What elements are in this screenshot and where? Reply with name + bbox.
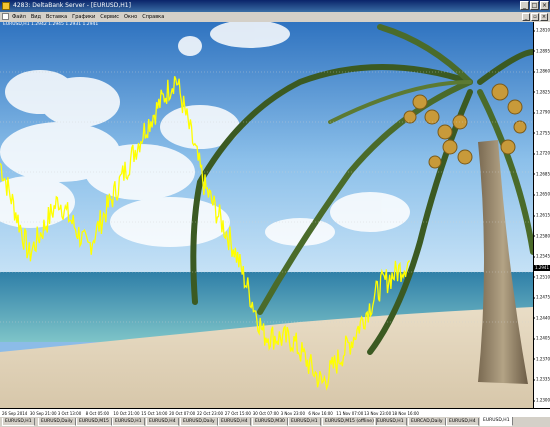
- price-tick-label: 1.2440: [533, 315, 550, 321]
- maximize-button[interactable]: □: [530, 1, 539, 10]
- price-tick-label: 1.2895: [533, 48, 550, 54]
- menu-bar: Файл Вид Вставка Графики Сервис Окно Спр…: [0, 12, 550, 22]
- chart-tab[interactable]: EURUSD,H1: [288, 418, 321, 426]
- time-tick-label: 10 Oct 21:00: [113, 411, 140, 416]
- price-tick-label: 1.2300: [533, 397, 550, 403]
- price-tick-label: 1.2860: [533, 68, 550, 74]
- time-tick-label: 3 Nov 23:00: [280, 411, 305, 416]
- time-tick-label: 20 Oct 07:00: [169, 411, 196, 416]
- time-tick-label: 15 Oct 14:00: [141, 411, 168, 416]
- chart-tab[interactable]: EURUSD,Daily: [180, 418, 218, 426]
- main-menu: Файл Вид Вставка Графики Сервис Окно Спр…: [12, 12, 164, 22]
- time-scale[interactable]: 26 Sep 2014 30 Sep 21:00 3 Oct 13:00 8 Oct …: [0, 408, 550, 417]
- price-tick-label: 1.2685: [533, 171, 550, 177]
- current-price-label: 1.2941: [534, 265, 550, 271]
- chart-tab[interactable]: EURUSD,H1: [2, 418, 35, 426]
- price-tick-label: 1.2810: [533, 27, 550, 33]
- menu-charts[interactable]: Графики: [72, 12, 95, 22]
- time-tick-label: 26 Sep 2014: [2, 411, 28, 416]
- price-tick-label: 1.2545: [533, 253, 550, 259]
- price-tick-label: 1.2650: [533, 191, 550, 197]
- title-bar: 4283: DeltaBank Server - [EURUSD,H1] _ □…: [0, 0, 550, 12]
- time-tick-label: 13 Nov 23:00: [364, 411, 392, 416]
- close-button[interactable]: ×: [540, 1, 549, 10]
- price-tick-label: 1.2790: [533, 109, 550, 115]
- chart-tab[interactable]: EURUSD,H4: [446, 418, 479, 426]
- menu-window[interactable]: Окно: [124, 12, 137, 22]
- chart-tab[interactable]: EURUSD,Daily: [38, 418, 76, 426]
- time-tick-label: 30 Sep 21:00: [29, 411, 57, 416]
- chart-window-icon[interactable]: [2, 13, 9, 20]
- chart-window-controls: _ ▫ ×: [522, 13, 548, 21]
- chart-tab[interactable]: EURUSD,M15 (offline): [322, 418, 377, 426]
- chart-header: EURUSD,H1 1.2942 1.2945 1.2931 1.2941: [3, 22, 99, 27]
- chart-tab[interactable]: EURCAD,Daily: [408, 418, 446, 426]
- menu-file[interactable]: Файл: [12, 12, 26, 22]
- menu-insert[interactable]: Вставка: [46, 12, 67, 22]
- price-tick-label: 1.2405: [533, 335, 550, 341]
- chart-restore-button[interactable]: ▫: [531, 13, 539, 21]
- chart-tab[interactable]: EURUSD,H4: [146, 418, 179, 426]
- time-tick-label: 11 Nov 07:00: [336, 411, 364, 416]
- price-tick-label: 1.2370: [533, 356, 550, 362]
- time-tick-label: 3 Oct 13:00: [57, 411, 82, 416]
- price-tick-label: 1.2580: [533, 233, 550, 239]
- chart-close-button[interactable]: ×: [540, 13, 548, 21]
- menu-help[interactable]: Справка: [142, 12, 164, 22]
- time-tick-label: 30 Oct 07:00: [252, 411, 279, 416]
- time-tick-label: 27 Oct 15:00: [224, 411, 251, 416]
- chart-area[interactable]: EURUSD,H1 1.2942 1.2945 1.2931 1.2941: [0, 22, 533, 408]
- price-tick-label: 1.2335: [533, 376, 550, 382]
- price-scale[interactable]: 1.2810 1.2895 1.2860 1.2825 1.2790 1.2755 1.27…: [533, 22, 550, 408]
- chart-tab[interactable]: EURUSD,H1: [112, 418, 145, 426]
- menu-view[interactable]: Вид: [31, 12, 41, 22]
- price-tick-label: 1.2755: [533, 130, 550, 136]
- price-tick-label: 1.2475: [533, 294, 550, 300]
- chart-tab[interactable]: EURUSD,M30: [252, 418, 288, 426]
- time-tick-label: 18 Nov 16:00: [392, 411, 419, 416]
- minimize-button[interactable]: _: [520, 1, 529, 10]
- price-tick-label: 1.2510: [533, 274, 550, 280]
- app-icon: [2, 2, 10, 10]
- chart-tab-bar: EURUSD,H1 EURUSD,Daily EURUSD,M15 EURUSD,H1…: [0, 417, 550, 427]
- price-tick-label: 1.2720: [533, 150, 550, 156]
- price-tick-label: 1.2615: [533, 212, 550, 218]
- time-tick-label: 8 Oct 05:00: [85, 411, 110, 416]
- window-title: 4283: DeltaBank Server - [EURUSD,H1]: [13, 2, 131, 9]
- price-tick-label: 1.2825: [533, 89, 550, 95]
- chart-tab[interactable]: EURUSD,H4: [218, 418, 251, 426]
- menu-tools[interactable]: Сервис: [100, 12, 119, 22]
- chart-tab[interactable]: EURUSD,H1: [374, 418, 407, 426]
- time-tick-label: 22 Oct 23:00: [197, 411, 224, 416]
- chart-minimize-button[interactable]: _: [522, 13, 530, 21]
- chart-svg: [0, 22, 533, 408]
- chart-tab[interactable]: EURUSD,M15: [76, 418, 112, 426]
- chart-tab[interactable]: EURUSD,H1: [480, 417, 513, 426]
- time-tick-label: 6 Nov 16:00: [308, 411, 333, 416]
